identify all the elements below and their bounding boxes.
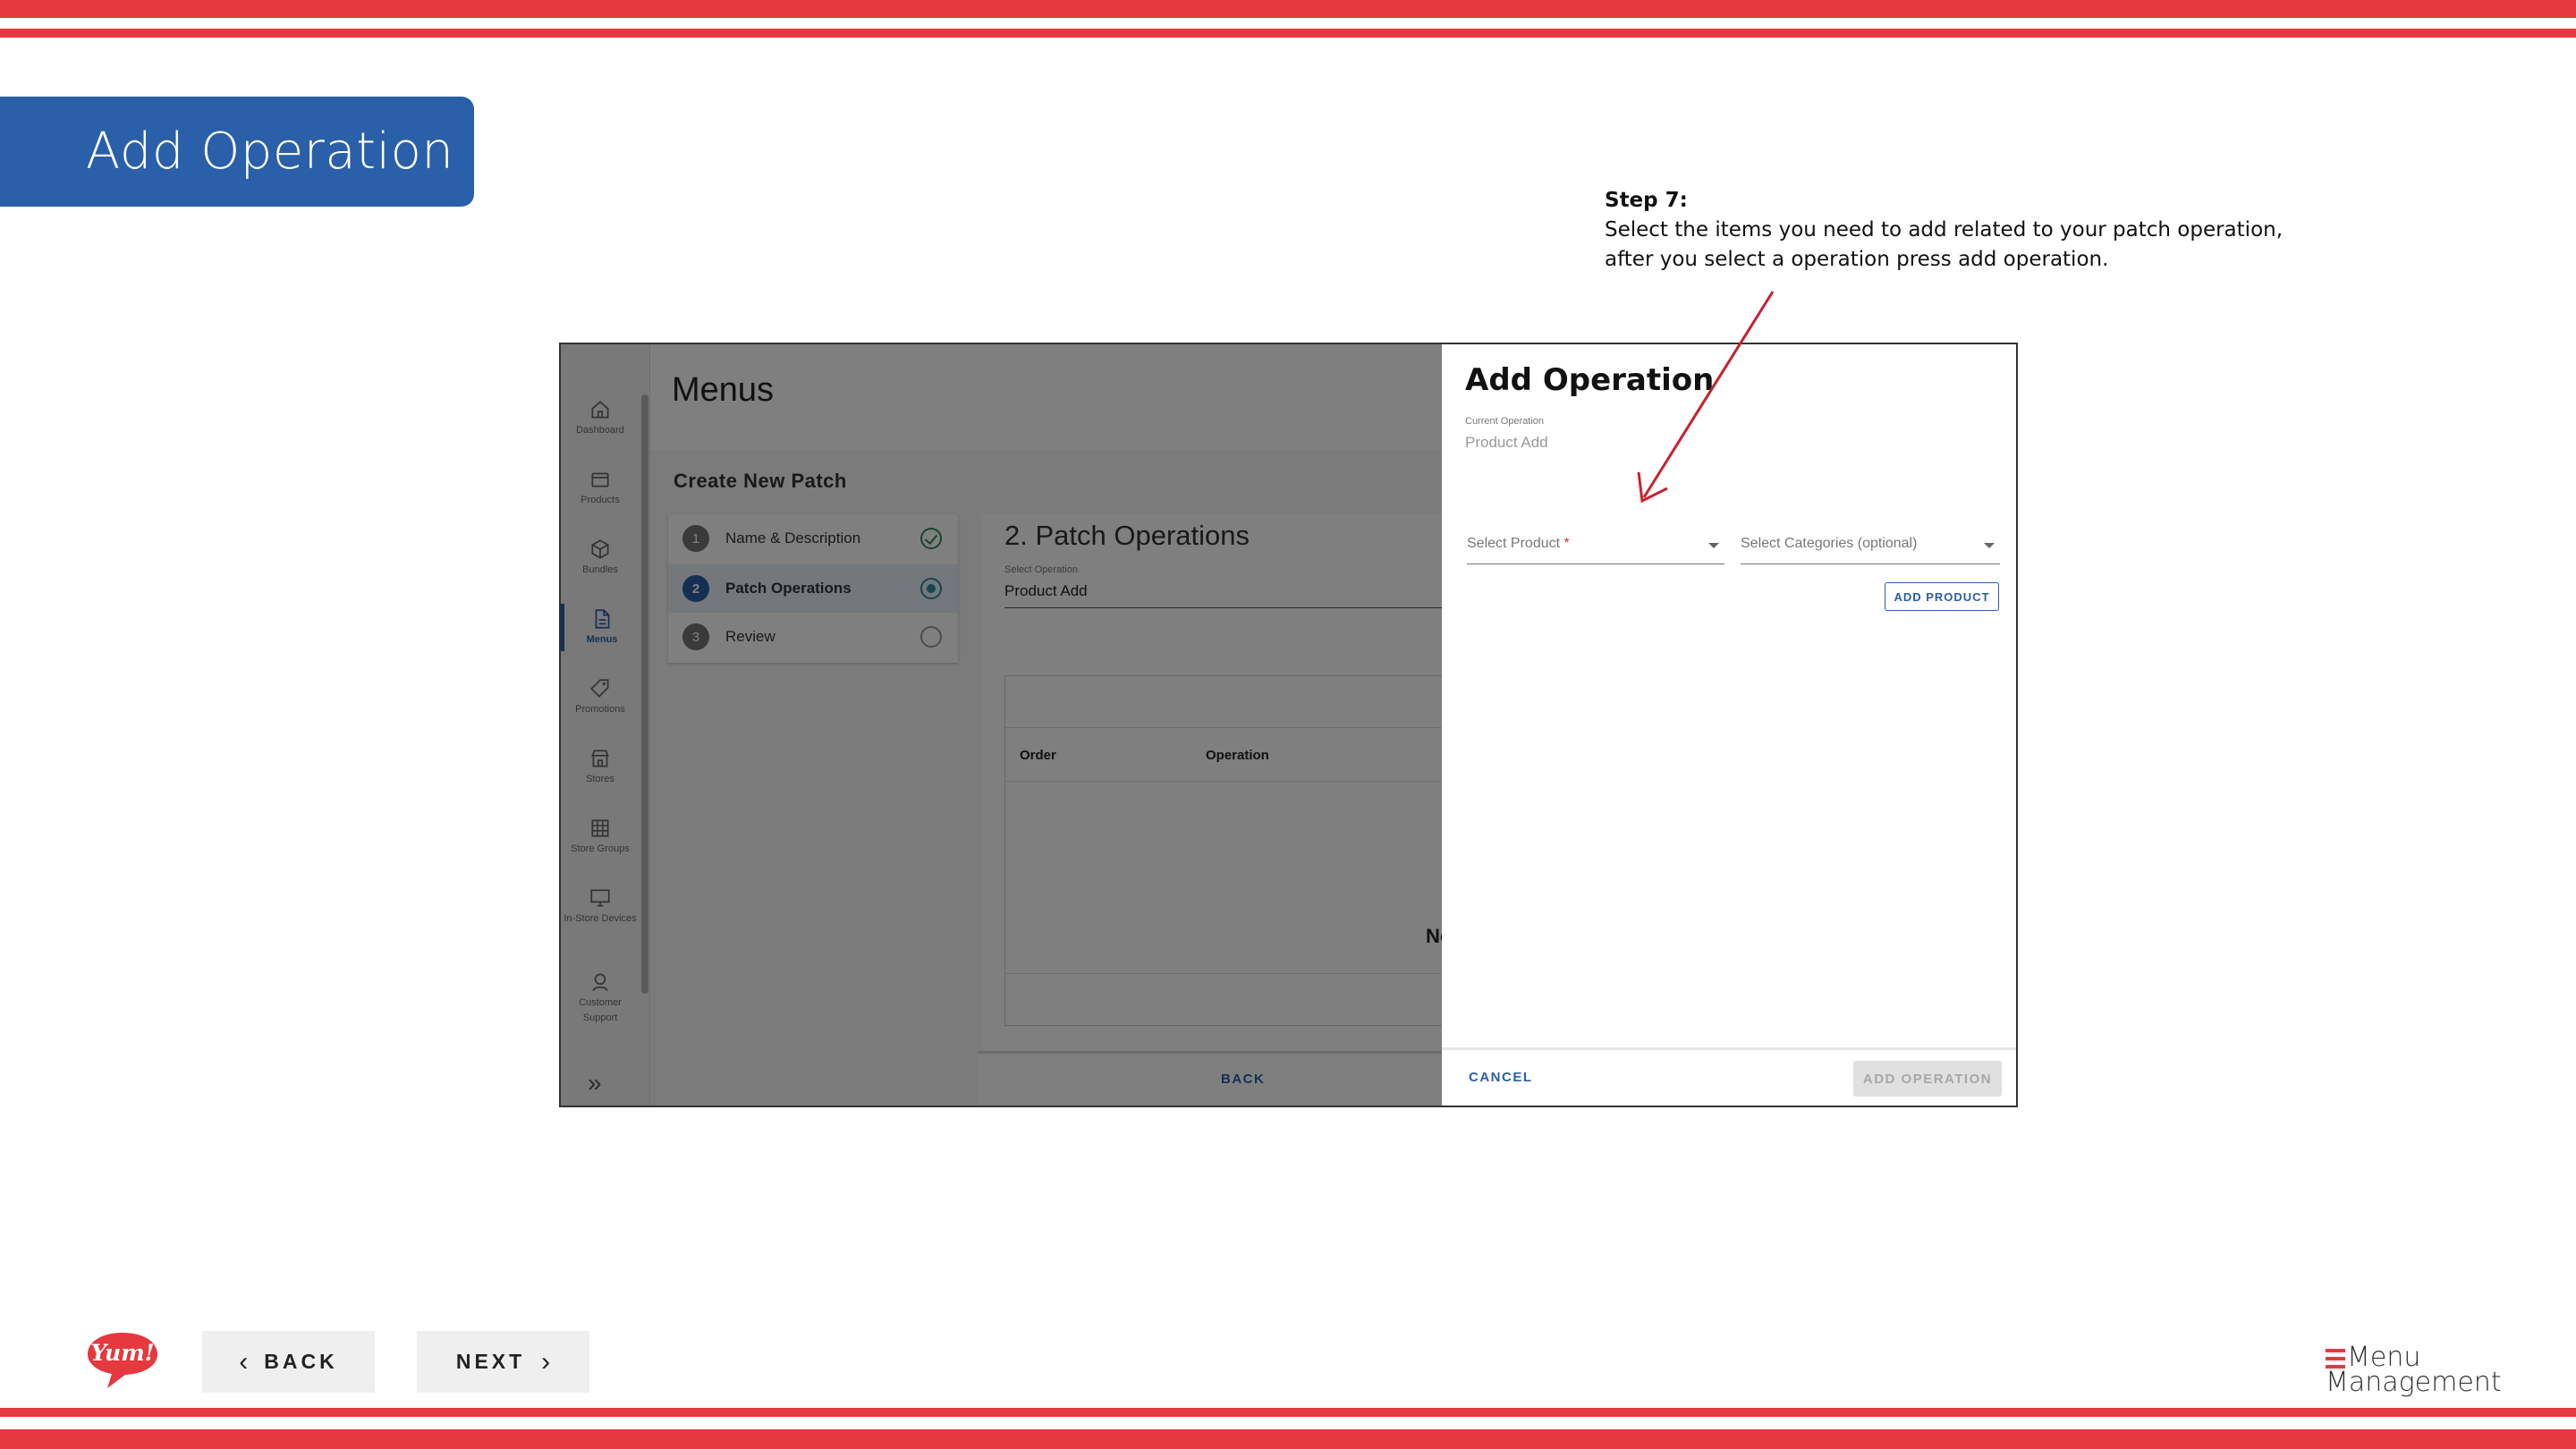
current-operation-label: Current Operation — [1465, 416, 1545, 427]
chevron-right-icon: › — [541, 1346, 551, 1377]
back-button-label: BACK — [264, 1350, 338, 1373]
step-text: Select the items you need to add related… — [1605, 218, 2284, 271]
add-operation-button[interactable]: ADD OPERATION — [1853, 1061, 2002, 1097]
next-button-label: NEXT — [455, 1350, 526, 1373]
slide-title-banner: Add Operation — [0, 97, 474, 207]
drawer-footer: CANCEL ADD OPERATION — [1442, 1047, 2016, 1106]
back-button[interactable]: ‹ BACK — [202, 1331, 375, 1393]
bottom-stripe — [0, 1429, 2576, 1449]
logo-line-2: Management — [2326, 1367, 2502, 1398]
chevron-left-icon: ‹ — [239, 1346, 249, 1377]
yum-logo: Yum! — [88, 1333, 157, 1388]
step-title: Step 7: — [1605, 189, 1688, 212]
current-operation-value: Product Add — [1465, 434, 1548, 451]
select-product-dropdown[interactable]: Select Product * — [1467, 536, 1724, 564]
step-instructions: Step 7: Select the items you need to add… — [1605, 186, 2284, 275]
select-categories-placeholder: Select Categories (optional) — [1741, 536, 1918, 551]
yum-logo-text: Yum! — [90, 1340, 154, 1366]
top-stripe — [0, 0, 2576, 18]
select-product-placeholder: Select Product — [1467, 536, 1561, 551]
chevron-down-icon — [1708, 543, 1719, 548]
top-stripe-thin — [0, 29, 2576, 38]
app-screenshot: Dashboard Products Bundles Menus Promoti… — [559, 343, 2018, 1107]
drawer-title: Add Operation — [1465, 362, 1715, 398]
select-categories-dropdown[interactable]: Select Categories (optional) — [1741, 536, 2000, 564]
slide-title: Add Operation — [86, 123, 454, 181]
next-button[interactable]: NEXT › — [417, 1331, 589, 1393]
modal-overlay[interactable] — [561, 344, 1442, 1106]
chevron-down-icon — [1984, 543, 1995, 548]
menu-management-logo: Menu Management — [2326, 1342, 2502, 1398]
add-product-button[interactable]: ADD PRODUCT — [1885, 582, 1999, 611]
app-window: Dashboard Products Bundles Menus Promoti… — [561, 344, 2016, 1106]
bottom-stripe-thin — [0, 1408, 2576, 1417]
cancel-button[interactable]: CANCEL — [1469, 1070, 1533, 1085]
add-operation-drawer: Add Operation Current Operation Product … — [1442, 344, 2016, 1106]
required-marker: * — [1563, 536, 1570, 551]
